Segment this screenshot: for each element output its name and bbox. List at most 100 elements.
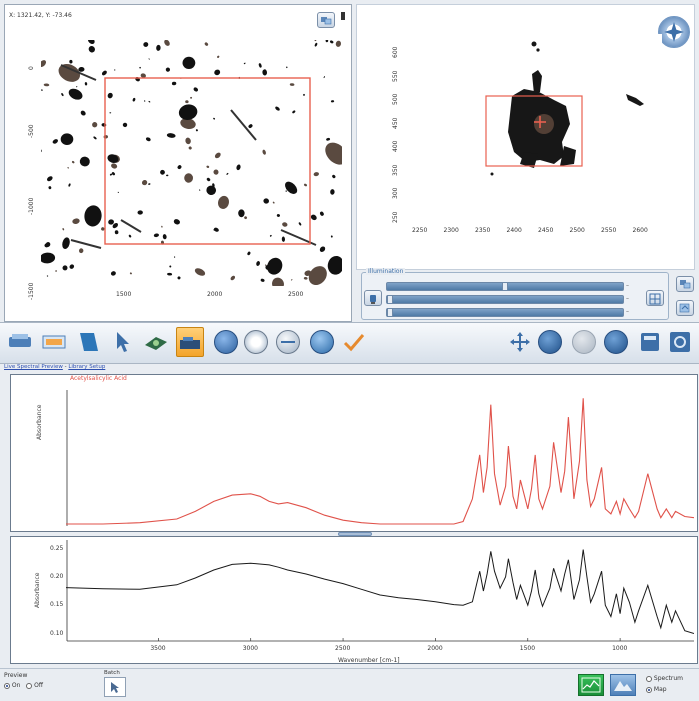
detail-x-tick: 2400	[506, 227, 522, 234]
focus-tool[interactable]	[244, 330, 268, 354]
overview-y-tick: -500	[28, 124, 35, 138]
spectrum-links: Live Spectral Preview - Library Setup	[4, 364, 105, 370]
spectrum-radio-label: Spectrum	[653, 675, 683, 682]
gear-icon	[670, 332, 690, 352]
particle	[182, 56, 196, 69]
detail-x-tick: 2550	[601, 227, 617, 234]
illumination-slider-2[interactable]	[386, 295, 624, 304]
sample-x-tick: 3000	[242, 645, 258, 652]
reference-y-label: Absorbance	[36, 404, 43, 440]
detail-x-tick: 2250	[412, 227, 428, 234]
spectrum-view-button[interactable]	[578, 674, 604, 696]
sample-y-tick: 0.20	[50, 572, 64, 580]
map-view-icon	[614, 681, 632, 691]
illumination-slider-1[interactable]	[386, 282, 624, 291]
main-toolbar	[0, 322, 699, 364]
detail-y-tick: 350	[392, 164, 399, 176]
sample-spectrum-line	[66, 549, 694, 634]
export-icon	[679, 303, 690, 313]
select-tool[interactable]	[110, 327, 138, 357]
overview-x-tick: 2000	[207, 291, 223, 298]
move-tool[interactable]	[506, 327, 534, 357]
sample-x-label: Wavenumber [cm-1]	[338, 657, 400, 664]
detail-y-tick: 450	[392, 117, 399, 129]
copy-view-button[interactable]	[676, 276, 694, 292]
grid-icon	[649, 293, 661, 305]
level-tool[interactable]	[276, 330, 300, 354]
library-setup-link[interactable]: Library Setup	[68, 364, 105, 370]
sample-spectrum-chart[interactable]	[66, 540, 694, 642]
sample-x-tick: 2500	[335, 645, 351, 652]
minus-icon	[281, 341, 295, 343]
preview-off-radio[interactable]	[26, 682, 33, 689]
grid-view-button[interactable]	[646, 290, 664, 306]
detail-micrograph[interactable]	[404, 34, 662, 222]
preview-off-label: Off	[34, 682, 43, 689]
sample-icon	[80, 333, 98, 351]
detail-y-tick: 250	[392, 211, 399, 223]
settings-tool[interactable]	[666, 327, 694, 357]
detail-y-tick: 550	[392, 70, 399, 82]
reference-spectrum-chart[interactable]	[66, 386, 694, 528]
particle	[109, 112, 112, 114]
spectrum-radio[interactable]	[646, 675, 652, 682]
detail-x-tick: 2500	[569, 227, 585, 234]
batch-label: Batch	[104, 670, 120, 676]
sync-view-button[interactable]	[317, 12, 335, 28]
sample-tool[interactable]	[74, 327, 102, 357]
stage-icon	[9, 334, 31, 347]
map-radio[interactable]	[646, 686, 652, 693]
pin-icon[interactable]	[341, 12, 345, 20]
detail-x-tick: 2350	[475, 227, 491, 234]
sample-x-tick: 2000	[427, 645, 443, 652]
compass-icon[interactable]	[658, 16, 690, 48]
slider-handle[interactable]	[387, 308, 393, 317]
sample-y-tick: 0.25	[50, 544, 64, 552]
detail-x-tick: 2600	[632, 227, 648, 234]
slider-end-marker: –	[626, 282, 629, 289]
measure-tool[interactable]	[176, 327, 204, 357]
measure-icon	[180, 337, 200, 349]
objective-disabled-tool[interactable]	[572, 330, 596, 354]
sync-icon	[321, 17, 332, 25]
preview-group: Preview On Off	[4, 672, 94, 696]
overview-x-tick: 1500	[116, 291, 132, 298]
preview-on-radio[interactable]	[4, 682, 10, 689]
batch-icon	[111, 682, 119, 693]
globe-tool[interactable]	[310, 330, 334, 354]
sample-x-tick: 1000	[612, 645, 628, 652]
map-view-button[interactable]	[610, 674, 636, 696]
slider-handle[interactable]	[387, 295, 393, 304]
preview-label: Preview	[4, 672, 28, 679]
check-tool[interactable]	[340, 327, 368, 357]
slider-handle[interactable]	[502, 282, 508, 291]
area-tool[interactable]	[142, 327, 170, 357]
export-view-button[interactable]	[676, 300, 694, 316]
batch-button[interactable]	[104, 677, 126, 697]
illumination-label: Illumination	[366, 268, 406, 275]
checkmark-icon	[343, 334, 365, 352]
overview-y-tick: -1000	[28, 197, 35, 215]
cursor-icon	[117, 332, 129, 352]
overview-micrograph[interactable]	[41, 40, 342, 286]
lamp-button[interactable]	[364, 290, 382, 306]
brightness-tool[interactable]	[214, 330, 238, 354]
live-spectral-preview-link[interactable]: Live Spectral Preview	[4, 364, 63, 370]
eject-tool[interactable]	[604, 330, 628, 354]
spectrum-view-icon	[581, 677, 601, 693]
sample-x-tick: 1500	[519, 645, 536, 652]
calculator-tool[interactable]	[636, 327, 664, 357]
map-radio-label: Map	[653, 686, 667, 693]
overview-x-tick: 2500	[288, 291, 304, 298]
move-arrows-icon	[510, 332, 530, 352]
detail-y-tick: 300	[392, 187, 399, 199]
coordinate-readout: X: 1321.42, Y: -73.46	[9, 12, 72, 19]
area-icon	[145, 337, 167, 350]
reference-spectrum-line	[66, 398, 694, 525]
objective-up-tool[interactable]	[538, 330, 562, 354]
slide-icon	[42, 335, 66, 349]
slide-tool[interactable]	[40, 327, 68, 357]
illumination-slider-3[interactable]	[386, 308, 624, 317]
stage-tool[interactable]	[6, 327, 34, 357]
display-mode-group: Spectrum Map	[646, 673, 683, 695]
